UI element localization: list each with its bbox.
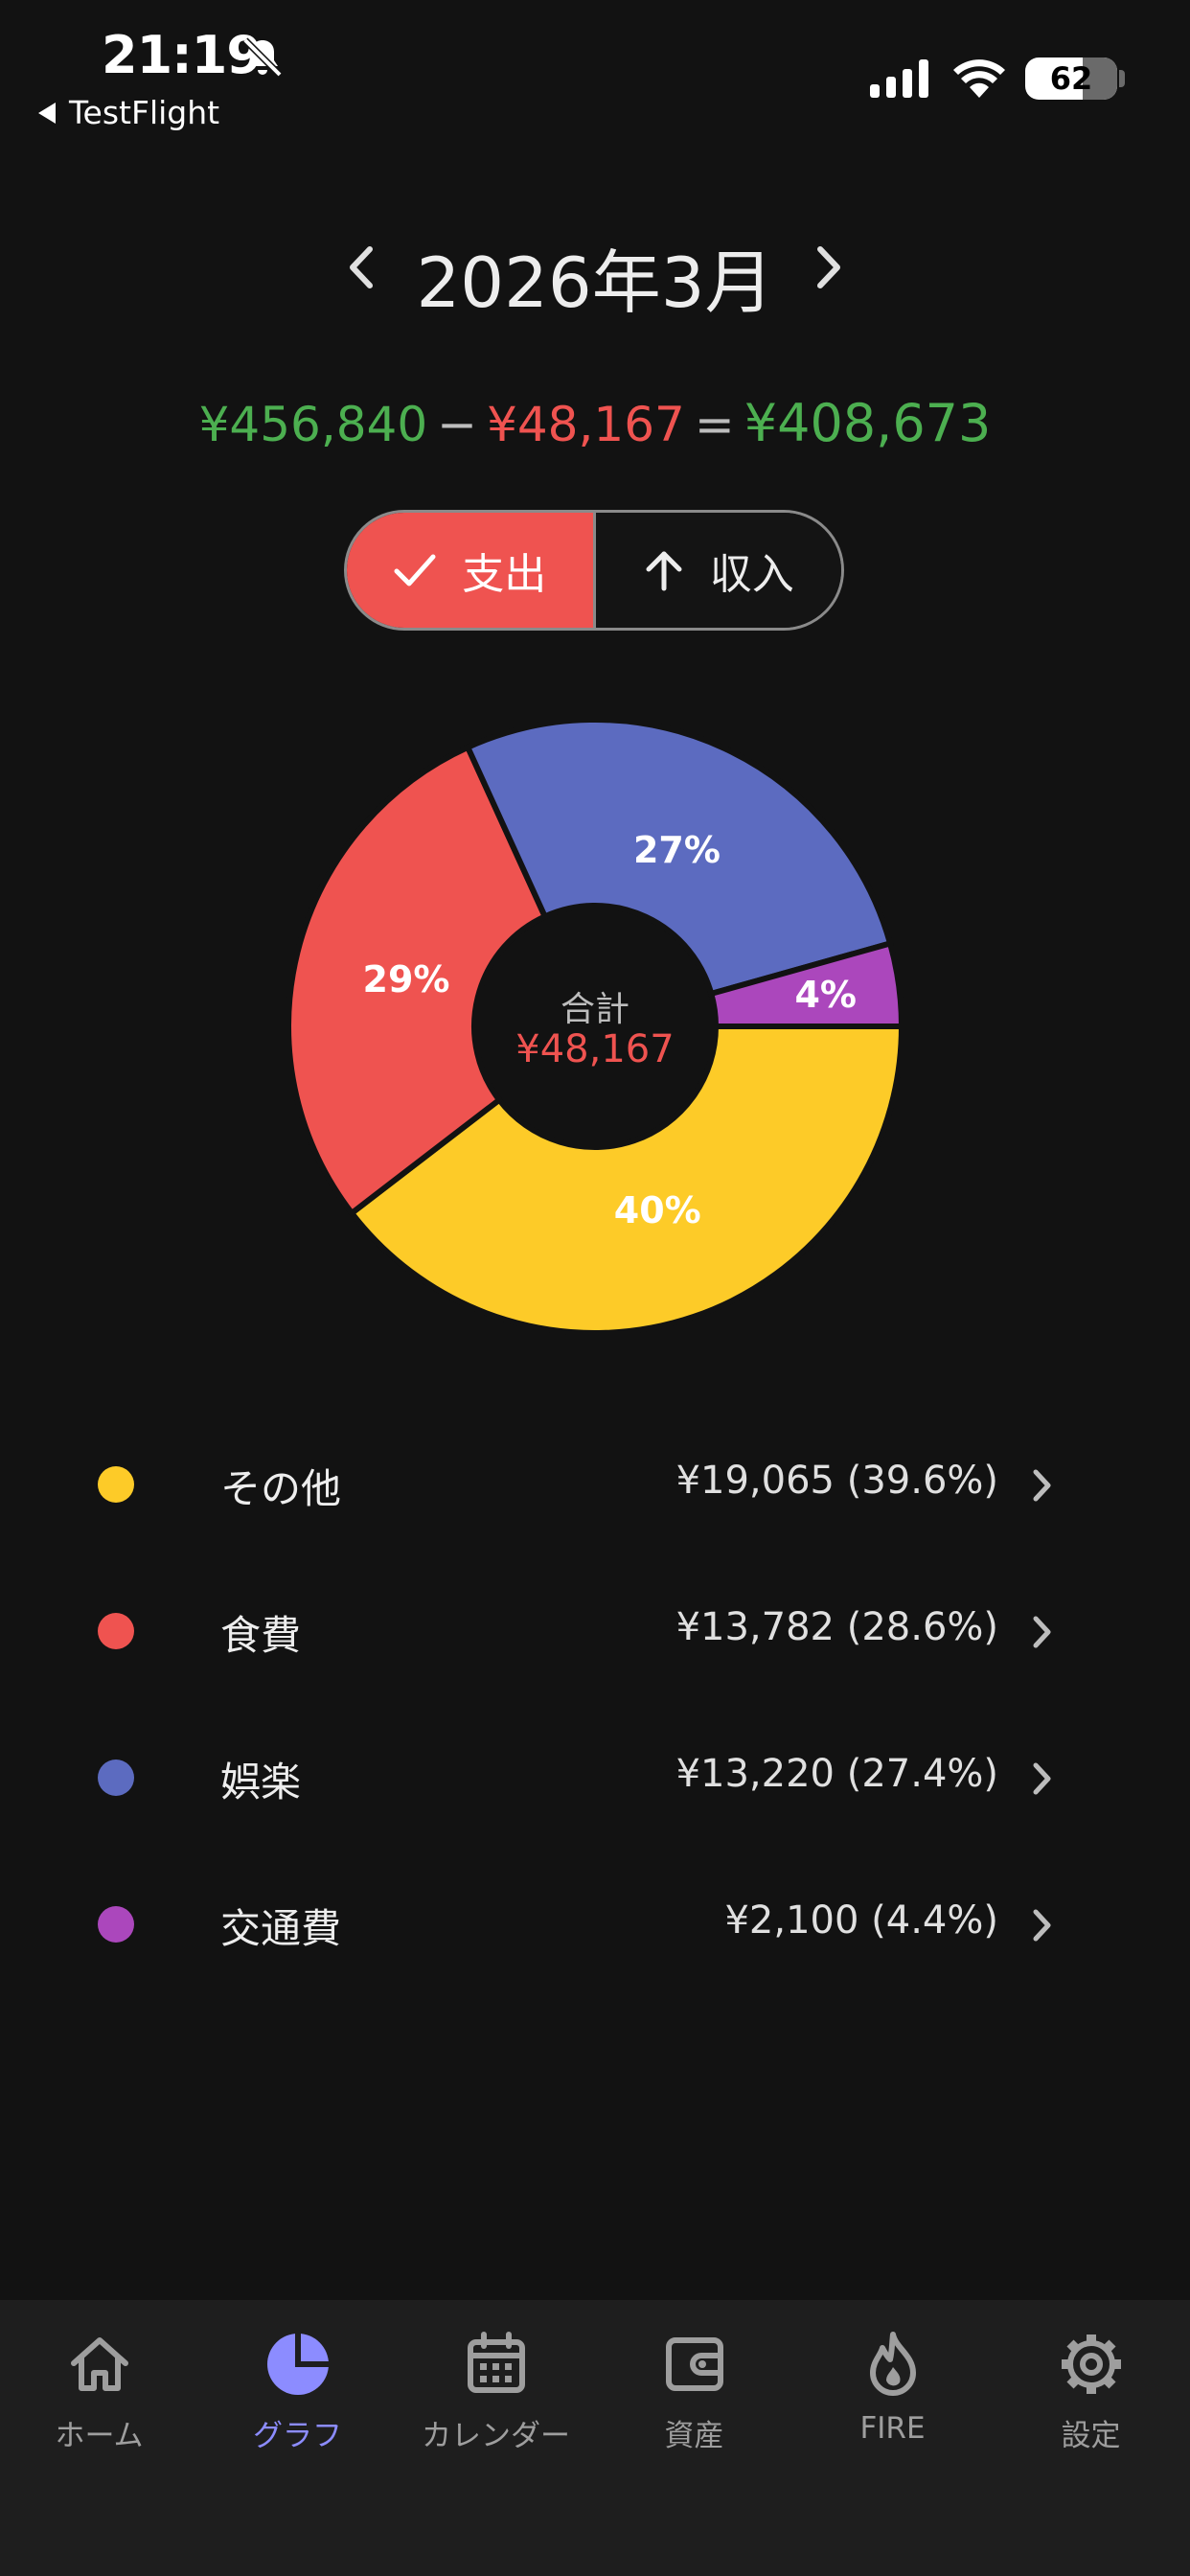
back-to-testflight-link[interactable]: TestFlight [38,94,219,131]
arrow-up-icon [646,551,682,591]
home-icon [70,2337,128,2391]
minus-sign: − [437,397,478,452]
calendar-icon [467,2332,525,2393]
category-row-transport[interactable]: 交通費 ¥2,100 (4.4%) [0,1872,1190,1977]
category-name: その他 [220,1465,342,1512]
category-row-entertainment[interactable]: 娯楽 ¥13,220 (27.4%) [0,1725,1190,1830]
category-name: 娯楽 [220,1759,302,1806]
tab-graph[interactable]: グラフ [198,2329,397,2482]
tab-assets[interactable]: 資産 [595,2329,793,2482]
bottom-tab-bar: ホーム グラフ カレンダー 資産 FIRE 設定 [0,2300,1190,2576]
back-app-label: TestFlight [69,94,220,131]
pie-chart-icon [266,2334,329,2395]
tab-calendar[interactable]: カレンダー [397,2329,595,2482]
category-amount: ¥19,065 (39.6%) [675,1459,998,1503]
tab-label: 設定 [1061,2419,1121,2453]
income-total: ¥456,840 [198,397,428,452]
income-toggle-button[interactable]: 収入 [595,513,841,628]
gear-icon [1061,2334,1121,2394]
expense-toggle-label: 支出 [462,550,547,599]
chevron-right-icon [1033,1469,1051,1502]
expense-income-toggle: 支出 収入 [344,510,844,631]
category-amount: ¥13,220 (27.4%) [675,1752,998,1796]
chevron-right-icon [1033,1762,1051,1795]
category-color-dot [98,1760,134,1796]
next-month-button[interactable] [795,234,862,301]
bell-muted-icon [242,37,283,78]
category-color-dot [98,1466,134,1503]
category-color-dot [98,1906,134,1943]
graph-screen: 21:19 TestFlight 62 2026年3月 ¥456,840 − ¥… [0,0,1190,2576]
category-name: 交通費 [220,1905,342,1952]
flame-icon [869,2332,916,2396]
month-title: 2026年3月 [416,242,774,323]
net-balance: ¥408,673 [744,393,992,453]
category-name: 食費 [220,1612,302,1659]
chart-center-value: ¥48,167 [515,1027,675,1071]
chart-center-label: 合計 [560,990,629,1029]
balance-equation: ¥456,840− ¥48,167 = ¥408,673 [0,393,1190,453]
wallet-icon [665,2337,723,2391]
tab-label: 資産 [664,2419,724,2453]
back-triangle-icon [38,102,56,124]
expense-total: ¥48,167 [487,397,685,452]
category-amount: ¥13,782 (28.6%) [675,1605,998,1649]
battery-tip [1119,70,1125,87]
battery-level: 62 [1049,60,1093,97]
expense-toggle-button[interactable]: 支出 [347,513,596,628]
category-amount: ¥2,100 (4.4%) [724,1898,998,1943]
category-row-sonota[interactable]: その他 ¥19,065 (39.6%) [0,1432,1190,1537]
wifi-icon [953,59,1005,98]
category-color-dot [98,1613,134,1649]
battery-icon: 62 [1025,58,1117,100]
tab-fire[interactable]: FIRE [793,2329,992,2482]
equals-sign: = [694,397,735,452]
chevron-right-icon [1033,1909,1051,1942]
tab-label: ホーム [55,2419,144,2453]
tab-label: カレンダー [422,2419,570,2453]
status-time: 21:19 [102,25,263,85]
tab-label: グラフ [253,2419,342,2453]
chevron-right-icon [817,246,840,288]
category-row-food[interactable]: 食費 ¥13,782 (28.6%) [0,1578,1190,1684]
slice-percent-label: 40% [614,1189,701,1231]
tab-settings[interactable]: 設定 [992,2329,1190,2482]
income-toggle-label: 収入 [709,550,794,599]
tab-label: FIRE [859,2411,926,2446]
slice-percent-label: 27% [633,829,721,871]
chevron-right-icon [1033,1616,1051,1648]
checkmark-icon [394,554,436,586]
month-navigator: 2026年3月 [0,220,1190,323]
tab-home[interactable]: ホーム [0,2329,198,2482]
cellular-signal-icon [870,59,928,98]
